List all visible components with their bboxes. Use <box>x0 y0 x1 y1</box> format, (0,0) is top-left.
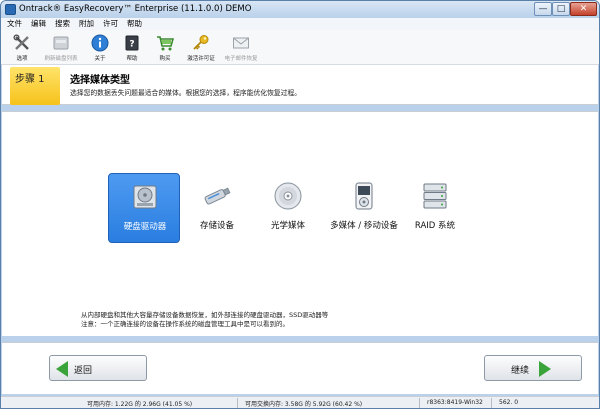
status-memory: 可用内存: 1.22G 的 2.96G (41.05 %) <box>87 401 193 408</box>
continue-label: 继续 <box>511 366 530 376</box>
help-book-icon: ? <box>125 35 139 51</box>
hard-drive-icon <box>133 185 157 209</box>
status-bar: 可用内存: 1.22G 的 2.96G (41.05 %) 可用交换内存: 3.… <box>1 396 599 408</box>
optical-disc-icon <box>274 182 302 210</box>
key-icon <box>193 35 209 50</box>
back-label: 返回 <box>74 366 93 376</box>
menu-help[interactable]: 帮助 <box>127 18 142 30</box>
step-title: 选择媒体类型 <box>70 75 130 86</box>
media-optical[interactable]: 光学媒体 <box>252 173 324 243</box>
menu-license[interactable]: 许可 <box>103 18 118 30</box>
step-header: 步骤 1 选择媒体类型 选择您的数据丢失问题最适合的媒体。根据您的选择，程序能优… <box>2 65 598 105</box>
media-selection-panel: 硬盘驱动器 存储设备 光学媒体 多媒体 / 移动设备 RAID 系统 从内部硬盘… <box>2 111 598 336</box>
media-player-icon <box>355 182 373 210</box>
status-separator <box>237 398 238 408</box>
title-bar: Ontrack® EasyRecovery™ Enterprise (11.1.… <box>1 1 599 18</box>
usb-drive-icon <box>204 187 231 205</box>
refresh-disk-icon <box>53 36 69 50</box>
app-window: Ontrack® EasyRecovery™ Enterprise (11.1.… <box>0 0 600 409</box>
navigation-bar: 返回 继续 <box>2 342 598 394</box>
svg-text:?: ? <box>129 40 134 50</box>
media-info-line-2: 注意：一个正确连接的设备在操作系统的磁盘管理工具中是可以看到的。 <box>81 320 289 328</box>
email-recovery-button[interactable]: 电子邮件恢复 <box>217 32 265 63</box>
menu-bar: 文件 编辑 搜索 附加 许可 帮助 <box>1 18 599 30</box>
continue-button[interactable]: 继续 <box>484 355 582 381</box>
status-separator <box>419 398 420 408</box>
media-hard-drive[interactable]: 硬盘驱动器 <box>108 173 180 243</box>
info-icon <box>91 34 109 52</box>
menu-search[interactable]: 搜索 <box>55 18 70 30</box>
status-swap: 可用交换内存: 3.58G 的 5.92G (60.42 %) <box>245 401 363 408</box>
step-number: 步骤 1 <box>15 74 45 85</box>
app-logo-icon <box>5 4 16 15</box>
raid-icon <box>423 183 447 209</box>
toolbar: 选项 刷新磁盘列表 关于 ? 帮助 购买 激活许可证 电子邮件恢复 <box>1 30 599 65</box>
window-title: Ontrack® EasyRecovery™ Enterprise (11.1.… <box>19 4 252 14</box>
media-storage-device[interactable]: 存储设备 <box>181 173 253 243</box>
media-multimedia[interactable]: 多媒体 / 移动设备 <box>328 173 400 243</box>
media-optical-label: 光学媒体 <box>270 221 305 231</box>
cart-icon <box>157 36 174 51</box>
email-recovery-label: 电子邮件恢复 <box>224 56 258 62</box>
envelope-icon <box>233 37 249 49</box>
arrow-left-icon <box>56 361 68 377</box>
step-badge: 步骤 1 <box>10 67 60 105</box>
status-separator <box>491 398 492 408</box>
maximize-button[interactable]: □ <box>552 2 570 16</box>
menu-file[interactable]: 文件 <box>7 18 22 30</box>
media-raid-label: RAID 系统 <box>414 221 456 231</box>
step-description: 选择您的数据丢失问题最适合的媒体。根据您的选择，程序能优化恢复过程。 <box>70 89 302 97</box>
menu-addons[interactable]: 附加 <box>79 18 94 30</box>
media-raid[interactable]: RAID 系统 <box>399 173 471 243</box>
arrow-right-icon <box>539 361 551 377</box>
close-button[interactable]: ✕ <box>570 2 597 16</box>
menu-edit[interactable]: 编辑 <box>31 18 46 30</box>
tools-icon <box>13 34 29 50</box>
status-code: 562. 0 <box>499 399 519 406</box>
back-button[interactable]: 返回 <box>49 355 147 381</box>
minimize-button[interactable]: — <box>534 2 552 16</box>
status-build: r8363:8419-Win32 <box>427 399 483 406</box>
